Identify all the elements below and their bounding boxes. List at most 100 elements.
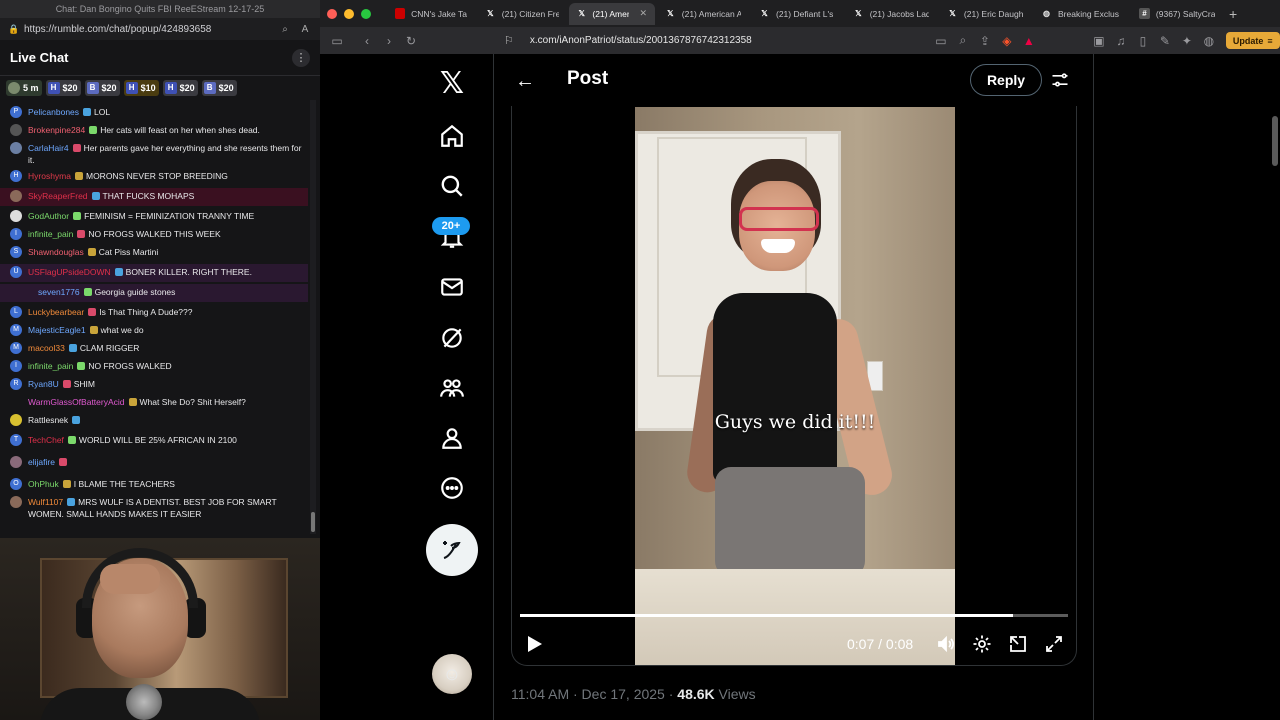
chat-username[interactable]: TechChef bbox=[28, 435, 64, 445]
back-nav-icon[interactable]: ‹ bbox=[356, 34, 378, 48]
chat-user-avatar[interactable]: I bbox=[10, 360, 22, 372]
chat-username[interactable]: infinite_pain bbox=[28, 361, 73, 371]
chat-username[interactable]: GodAuthor bbox=[28, 211, 69, 221]
share-icon[interactable]: ⇪ bbox=[974, 34, 996, 48]
account-avatar[interactable]: ☺ bbox=[432, 654, 472, 694]
browser-tab[interactable]: 𝕏 (21) Eric Daugh bbox=[939, 3, 1031, 25]
chat-user-avatar[interactable]: T bbox=[10, 434, 22, 446]
search-icon[interactable] bbox=[429, 163, 475, 209]
chat-user-avatar[interactable] bbox=[10, 456, 22, 468]
chat-username[interactable]: CarlaHair4 bbox=[28, 143, 69, 153]
chat-url[interactable]: https://rumble.com/chat/popup/424893658 bbox=[24, 24, 272, 35]
chat-user-avatar[interactable]: M bbox=[10, 342, 22, 354]
video-frame[interactable]: Guys we did it!!! bbox=[635, 107, 955, 665]
chat-username[interactable]: OhPhuk bbox=[28, 479, 59, 489]
sidebar-toggle-icon[interactable]: ▭ bbox=[326, 34, 348, 48]
forward-nav-icon[interactable]: › bbox=[378, 34, 400, 48]
browser-tab[interactable]: 𝕏 (21) American A bbox=[657, 3, 749, 25]
post-timestamp[interactable]: 11:04 AM · Dec 17, 2025 · bbox=[511, 686, 677, 702]
video-progress-bar[interactable] bbox=[520, 614, 1068, 617]
page-scrollbar[interactable] bbox=[1272, 116, 1278, 166]
browser-tab[interactable]: # (9367) SaltyCra bbox=[1131, 3, 1223, 25]
volume-icon[interactable] bbox=[936, 634, 956, 654]
chat-user-avatar[interactable]: P bbox=[10, 106, 22, 118]
reply-button[interactable]: Reply bbox=[970, 64, 1042, 96]
chat-username[interactable]: Ryan8U bbox=[28, 379, 59, 389]
vpn-icon[interactable]: ◍ bbox=[1198, 34, 1220, 48]
wallet-icon[interactable]: ▣ bbox=[1088, 34, 1110, 48]
chat-user-avatar[interactable] bbox=[20, 286, 32, 298]
compose-post-button[interactable] bbox=[426, 524, 478, 576]
scroll-thumb[interactable] bbox=[311, 512, 315, 532]
communities-icon[interactable] bbox=[429, 365, 475, 411]
chat-user-avatar[interactable] bbox=[10, 414, 22, 426]
chat-username[interactable]: elijafire bbox=[28, 457, 55, 467]
chat-user-avatar[interactable]: I bbox=[10, 228, 22, 240]
music-icon[interactable]: ♫ bbox=[1110, 34, 1132, 48]
fullscreen-icon[interactable] bbox=[1044, 634, 1064, 654]
back-arrow-icon[interactable]: ← bbox=[512, 68, 538, 94]
zoom-icon[interactable]: ⌕ bbox=[278, 24, 292, 35]
browser-tab[interactable]: 𝕏 (21) Defiant L's bbox=[751, 3, 843, 25]
close-tab-icon[interactable]: ✕ bbox=[639, 8, 647, 19]
sidebar-icon[interactable]: ▯ bbox=[1132, 34, 1154, 48]
cast-icon[interactable]: ▭ bbox=[930, 34, 952, 48]
chat-user-avatar[interactable]: O bbox=[10, 478, 22, 490]
extensions-icon[interactable]: ✎ bbox=[1154, 34, 1176, 48]
chat-username[interactable]: Brokenpine284 bbox=[28, 125, 85, 135]
ai-icon[interactable]: ✦ bbox=[1176, 34, 1198, 48]
address-bar[interactable]: ⚐ x.com/iAnonPatriot/status/200136787674… bbox=[504, 31, 930, 51]
chat-user-avatar[interactable] bbox=[10, 496, 22, 508]
chat-username[interactable]: SkyReaperFred bbox=[28, 191, 88, 201]
chat-username[interactable]: WarmGlassOfBatteryAcid bbox=[28, 397, 125, 407]
chat-username[interactable]: MajesticEagle1 bbox=[28, 325, 86, 335]
close-window-button[interactable] bbox=[327, 8, 337, 19]
maximize-window-button[interactable] bbox=[361, 8, 371, 19]
bookmark-icon[interactable]: ⚐ bbox=[504, 34, 514, 47]
zoom-icon[interactable]: ⌕ bbox=[952, 33, 974, 48]
browser-tab[interactable]: 𝕏 (21) Americ ✕ bbox=[569, 2, 655, 25]
video-player[interactable]: Guys we did it!!! 0:07 / 0:08 bbox=[511, 106, 1077, 666]
brave-shield-icon[interactable]: ◈ bbox=[996, 34, 1018, 48]
chat-username[interactable]: Rattlesnek bbox=[28, 415, 68, 425]
chat-user-avatar[interactable]: U bbox=[10, 266, 22, 278]
filter-icon[interactable] bbox=[1050, 70, 1070, 90]
chat-scrollbar[interactable] bbox=[310, 100, 316, 534]
chat-user-avatar[interactable]: S bbox=[10, 246, 22, 258]
new-tab-button[interactable]: + bbox=[1229, 6, 1237, 22]
chat-username[interactable]: USFlagUPsideDOWN bbox=[28, 267, 111, 277]
chat-user-avatar[interactable] bbox=[10, 142, 22, 154]
rant-chip[interactable]: H $20 bbox=[45, 80, 81, 96]
chat-user-avatar[interactable] bbox=[10, 190, 22, 202]
minimize-window-button[interactable] bbox=[344, 8, 354, 19]
rant-chip[interactable]: B $20 bbox=[84, 80, 120, 96]
chat-user-avatar[interactable]: L bbox=[10, 306, 22, 318]
grok-icon[interactable] bbox=[429, 315, 475, 361]
x-logo-icon[interactable]: 𝕏 bbox=[429, 60, 475, 106]
play-icon[interactable] bbox=[524, 634, 544, 654]
browser-tab[interactable]: 𝕏 (21) Citizen Fre bbox=[477, 3, 567, 25]
chat-user-avatar[interactable]: R bbox=[10, 378, 22, 390]
chat-username[interactable]: Luckybearbear bbox=[28, 307, 84, 317]
browser-tab[interactable]: CNN's Jake Tap bbox=[387, 3, 475, 25]
profile-icon[interactable] bbox=[429, 415, 475, 461]
chat-username[interactable]: Shawndouglas bbox=[28, 247, 84, 257]
browser-tab[interactable]: 𝕏 (21) Jacobs Lad bbox=[845, 3, 937, 25]
chat-username[interactable]: seven1776 bbox=[38, 287, 80, 297]
chat-username[interactable]: Wulf1107 bbox=[28, 497, 63, 507]
rant-chip[interactable]: B $20 bbox=[201, 80, 237, 96]
rant-chip[interactable]: H $20 bbox=[162, 80, 198, 96]
messages-icon[interactable] bbox=[429, 264, 475, 310]
rant-chip[interactable]: 5 m bbox=[6, 80, 42, 96]
chat-user-avatar[interactable] bbox=[10, 396, 22, 408]
reload-icon[interactable]: ↻ bbox=[400, 34, 422, 48]
settings-gear-icon[interactable] bbox=[972, 634, 992, 654]
reader-icon[interactable]: A bbox=[298, 24, 312, 35]
chat-user-avatar[interactable] bbox=[10, 124, 22, 136]
chat-user-avatar[interactable]: M bbox=[10, 324, 22, 336]
address-url[interactable]: x.com/iAnonPatriot/status/20013678767423… bbox=[530, 35, 930, 46]
chat-user-avatar[interactable] bbox=[10, 210, 22, 222]
update-button[interactable]: Update ≡ bbox=[1225, 32, 1280, 49]
chat-url-bar[interactable]: 🔒 https://rumble.com/chat/popup/42489365… bbox=[0, 18, 320, 40]
chat-username[interactable]: macool33 bbox=[28, 343, 65, 353]
